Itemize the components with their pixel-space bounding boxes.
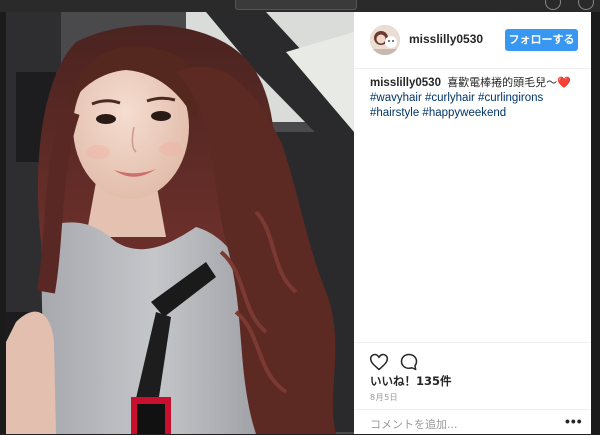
comment-bar: ••• [354,409,591,435]
hashtag-link[interactable]: #curlingirons [478,92,543,104]
more-options-button[interactable]: ••• [565,413,583,429]
hashtag-link[interactable]: #hairstyle [370,107,419,119]
like-count[interactable]: いいね！135件 [370,373,452,389]
backdrop-heart-icon [578,0,594,10]
avatar[interactable] [370,25,400,55]
heart-emoji: ❤️ [557,77,571,89]
post-date: 8月5日 [370,393,399,402]
caption-text: 喜歡電棒捲的頭毛兒〜 [447,76,558,89]
post-actions [354,342,591,371]
follow-button[interactable]: フォローする [505,29,578,51]
post-caption: misslilly0530 喜歡電棒捲的頭毛兒〜❤️ #wavyhair #cu… [370,75,582,121]
post-photo[interactable] [6,12,354,434]
backdrop-compass-icon [545,0,561,10]
post-sidebar: misslilly0530 フォローする misslilly0530 喜歡電棒捲… [354,12,591,434]
backdrop-search-bar [235,0,357,10]
username-link[interactable]: misslilly0530 [409,32,483,46]
selfie-photo [6,12,354,434]
avatar-image [370,25,400,55]
comment-bubble-icon[interactable] [399,352,419,372]
hashtag-link[interactable]: #wavyhair [370,92,422,104]
hashtag-link[interactable]: #happyweekend [422,107,506,119]
caption-username[interactable]: misslilly0530 [370,77,441,89]
comment-input[interactable] [370,416,550,432]
backdrop-toolbar [0,0,600,12]
hashtag-link[interactable]: #curlyhair [425,92,475,104]
heart-outline-icon[interactable] [369,352,389,372]
post-header: misslilly0530 フォローする [354,12,591,69]
backdrop-right [591,12,600,434]
